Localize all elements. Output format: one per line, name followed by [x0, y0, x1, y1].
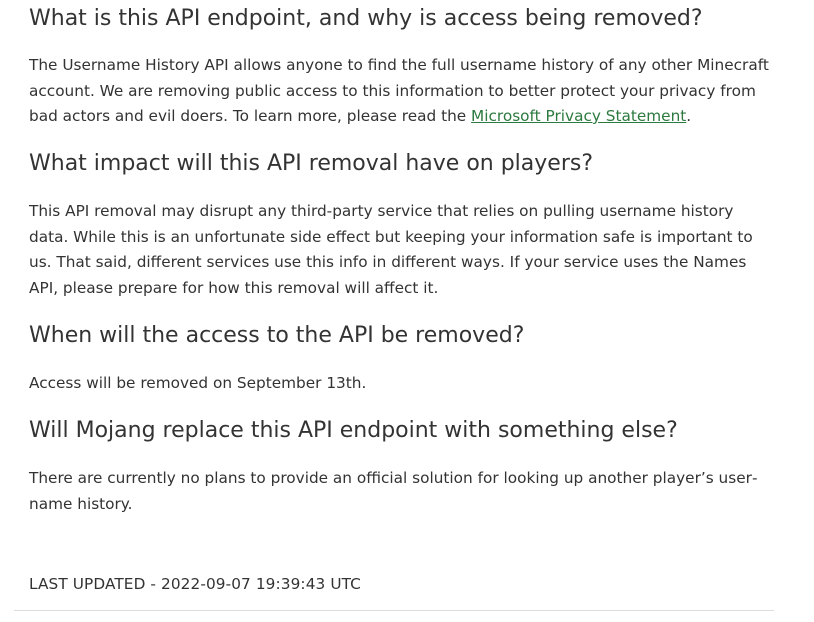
last-updated-timestamp: LAST UPDATED - 2022-09-07 19:39:43 UTC — [29, 575, 361, 593]
section-heading-why-removed: What is this API endpoint, and why is ac… — [29, 6, 703, 31]
section-body-replacement: There are currently no plans to provide … — [29, 469, 758, 513]
section-heading-replacement: Will Mojang replace this API endpoint wi… — [29, 418, 678, 443]
footer-divider — [14, 610, 774, 611]
body-text-after-link: . — [686, 107, 692, 125]
section-heading-impact: What impact will this API removal have o… — [29, 151, 594, 176]
microsoft-privacy-statement-link[interactable]: Microsoft Privacy Statement — [471, 107, 686, 125]
section-heading-when-removed: When will the access to the API be remov… — [29, 323, 525, 348]
section-body-why-removed: The Username History API allows anyone t… — [29, 53, 769, 130]
section-body-when-removed: Access will be removed on September 13th… — [29, 374, 367, 392]
section-body-impact: This API removal may disrupt any third-p… — [29, 202, 753, 297]
